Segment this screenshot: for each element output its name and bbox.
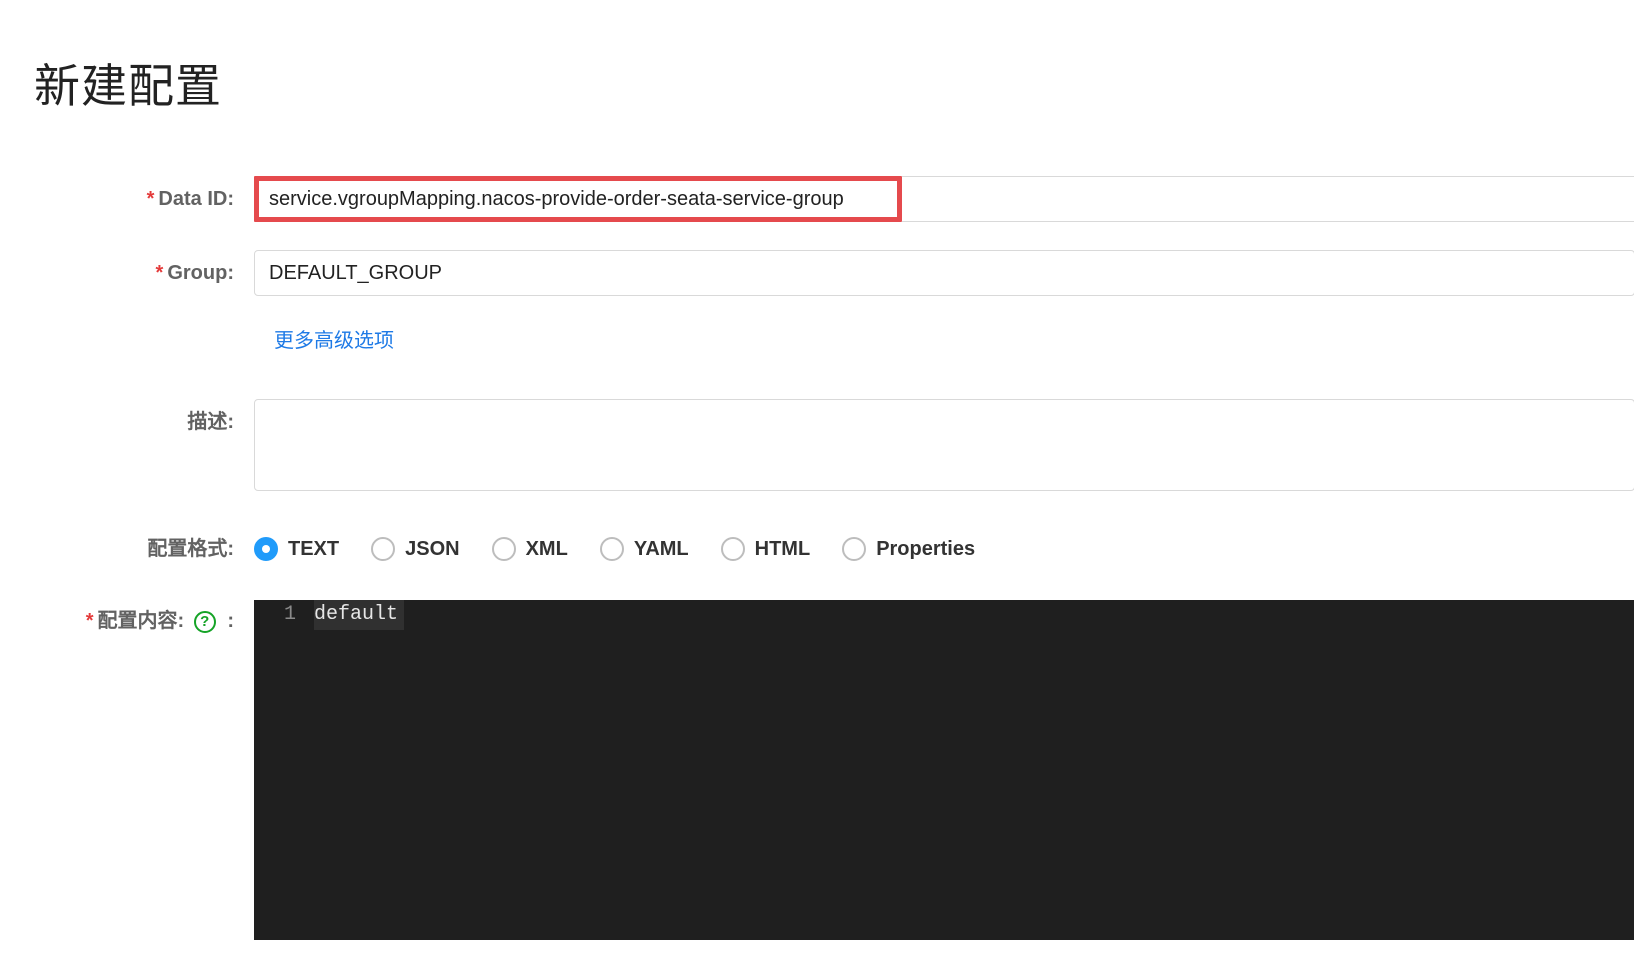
control-data-id (254, 176, 1634, 222)
row-data-id: *Data ID: (34, 176, 1634, 222)
radio-format-properties[interactable]: Properties (842, 537, 975, 561)
row-content: *配置内容: ? : 1default (34, 600, 1634, 940)
row-advanced-link: 更多高级选项 (274, 324, 1634, 353)
radio-circle-icon (371, 537, 395, 561)
advanced-options-link[interactable]: 更多高级选项 (274, 330, 394, 352)
radio-format-html[interactable]: HTML (721, 537, 811, 561)
radio-label: Properties (876, 538, 975, 561)
radio-circle-icon (254, 537, 278, 561)
required-marker: * (156, 262, 164, 284)
radio-label: XML (526, 538, 568, 561)
row-group: *Group: (34, 250, 1634, 296)
input-data-id-remainder (902, 176, 1634, 222)
radio-label: JSON (405, 538, 459, 561)
control-content: 1default (254, 600, 1634, 940)
control-description (254, 399, 1634, 496)
radio-format-json[interactable]: JSON (371, 537, 459, 561)
radio-label: TEXT (288, 538, 339, 561)
radio-circle-icon (842, 537, 866, 561)
help-icon[interactable]: ? (194, 611, 216, 633)
page-root: 新建配置 *Data ID: *Group: 更多高级选项 描述: (0, 0, 1634, 940)
required-marker: * (147, 188, 155, 210)
code-editor[interactable]: 1default (254, 600, 1634, 940)
radio-label: HTML (755, 538, 811, 561)
editor-line: 1default (254, 600, 1634, 630)
label-data-id-text: Data ID: (158, 188, 234, 210)
input-description[interactable] (254, 399, 1634, 491)
label-content: *配置内容: ? : (34, 600, 254, 636)
highlight-annotation (254, 176, 902, 222)
radio-format-text[interactable]: TEXT (254, 537, 339, 561)
label-description-text: 描述: (187, 411, 234, 433)
required-marker: * (86, 610, 94, 632)
row-format: 配置格式: TEXT JSON XML YAML HTML Properties (34, 526, 1634, 572)
radio-format-yaml[interactable]: YAML (600, 537, 689, 561)
radio-group-format: TEXT JSON XML YAML HTML Properties (254, 526, 1634, 572)
label-group: *Group: (34, 250, 254, 296)
radio-circle-icon (721, 537, 745, 561)
control-group (254, 250, 1634, 296)
label-format-text: 配置格式: (147, 538, 234, 560)
row-description: 描述: (34, 399, 1634, 496)
page-title: 新建配置 (34, 50, 1634, 116)
editor-code-text: default (314, 600, 1634, 630)
label-content-text: 配置内容: (98, 610, 185, 632)
control-format: TEXT JSON XML YAML HTML Properties (254, 526, 1634, 572)
label-format: 配置格式: (34, 526, 254, 572)
editor-gutter-line-number: 1 (254, 600, 314, 630)
label-description: 描述: (34, 399, 254, 445)
input-data-id[interactable] (261, 182, 895, 216)
label-group-text: Group: (167, 262, 234, 284)
radio-format-xml[interactable]: XML (492, 537, 568, 561)
radio-circle-icon (492, 537, 516, 561)
label-data-id: *Data ID: (34, 176, 254, 222)
input-group[interactable] (254, 250, 1634, 296)
radio-label: YAML (634, 538, 689, 561)
radio-circle-icon (600, 537, 624, 561)
label-content-colon: : (227, 610, 234, 632)
